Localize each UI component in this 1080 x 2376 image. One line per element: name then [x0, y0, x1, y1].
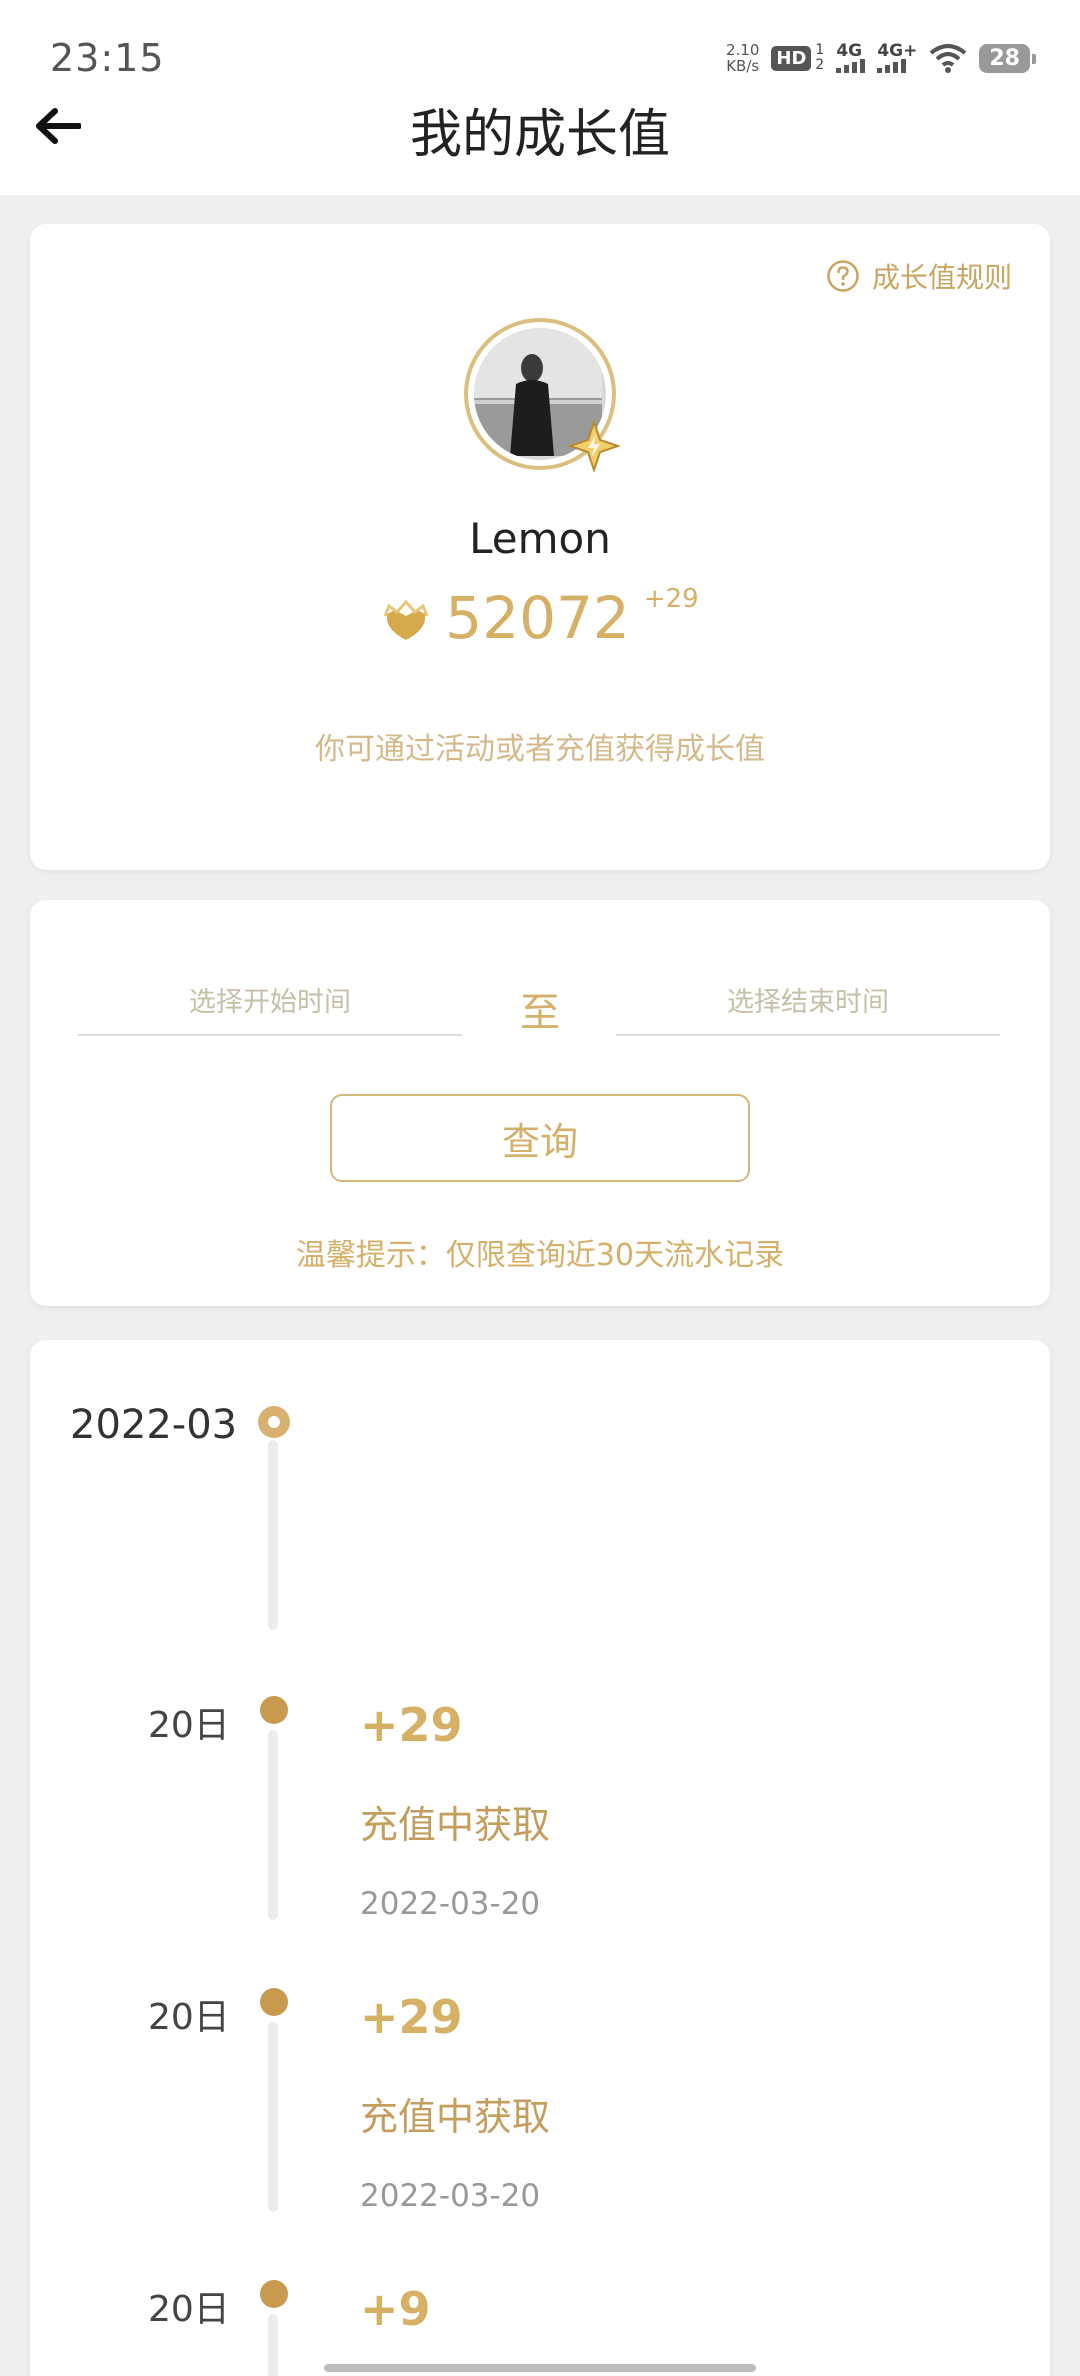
record-day: 20日	[148, 1997, 230, 2038]
timeline-card: 2022-03 20日 +29 充值中获取 2022-03-20 20日 +29…	[30, 1340, 1050, 2376]
growth-rules-label: 成长值规则	[871, 261, 1012, 294]
timeline-dot	[260, 1696, 288, 1724]
profile-card: 成长值规则 Lemon 52072 +29 你可通过活动或者充值获得成长值	[30, 224, 1050, 870]
level-badge-icon	[568, 420, 620, 472]
top-bar: 23:15 2.10 KB/s HD 1 2 4G 4G+ 28 我的成长值	[0, 0, 1080, 195]
record-day: 20日	[148, 2289, 230, 2330]
status-icons: 2.10 KB/s HD 1 2 4G 4G+ 28	[726, 38, 1036, 78]
help-circle-icon	[827, 260, 859, 292]
network-label: 4G	[836, 41, 863, 61]
signal-icon-2: 4G+	[877, 43, 917, 73]
hd-sub-top: 1	[815, 42, 825, 58]
hd-sim-indicator: 1 2	[815, 43, 824, 73]
record-source: 充值中获取	[360, 1803, 551, 1847]
avatar[interactable]	[464, 318, 620, 472]
timeline-line	[268, 1730, 278, 1920]
status-time: 23:15	[50, 36, 165, 80]
record-amount: +29	[360, 1698, 463, 1752]
hd-icon: HD	[771, 45, 812, 71]
record-date: 2022-03-20	[360, 1886, 541, 1922]
wifi-icon	[930, 44, 967, 73]
hd-sub-bottom: 2	[815, 57, 825, 73]
query-button[interactable]: 查询	[330, 1094, 750, 1182]
query-tip: 温馨提示：仅限查询近30天流水记录	[295, 1238, 785, 1273]
home-indicator[interactable]	[324, 2364, 756, 2372]
record-day: 20日	[148, 1705, 230, 1746]
timeline-line	[268, 1440, 278, 1630]
timeline-month: 2022-03	[70, 1402, 238, 1448]
signal-icon: 4G	[836, 41, 866, 73]
net-speed-value: 2.10	[726, 41, 760, 59]
end-date-input[interactable]: 选择结束时间	[616, 980, 1000, 1036]
record-date: 2022-03-20	[360, 2178, 541, 2214]
date-range-separator: 至	[520, 990, 560, 1036]
score-delta: +29	[643, 584, 699, 614]
timeline-dot	[260, 1988, 288, 2016]
record-source: 充值中获取	[360, 2095, 551, 2139]
net-speed-unit: KB/s	[726, 57, 760, 75]
username: Lemon	[469, 514, 611, 563]
score-value: 52072	[445, 584, 630, 652]
timeline-line	[268, 2314, 278, 2376]
query-card: 选择开始时间 至 选择结束时间 查询 温馨提示：仅限查询近30天流水记录	[30, 900, 1050, 1306]
growth-score: 52072 +29	[30, 584, 1050, 652]
growth-rules-link[interactable]: 成长值规则	[826, 256, 1012, 296]
timeline-month-dot	[258, 1406, 290, 1438]
page-title: 我的成长值	[409, 105, 670, 165]
timeline-dot	[260, 2280, 288, 2308]
growth-hint: 你可通过活动或者充值获得成长值	[315, 732, 765, 767]
crown-heart-icon	[383, 600, 429, 640]
record-amount: +29	[360, 1990, 463, 2044]
record-amount: +9	[360, 2282, 431, 2336]
network-label-2: 4G+	[877, 41, 918, 61]
timeline-line	[268, 2022, 278, 2212]
battery-icon: 28	[979, 43, 1036, 73]
net-speed: 2.10 KB/s	[726, 42, 759, 74]
start-date-input[interactable]: 选择开始时间	[78, 980, 462, 1036]
